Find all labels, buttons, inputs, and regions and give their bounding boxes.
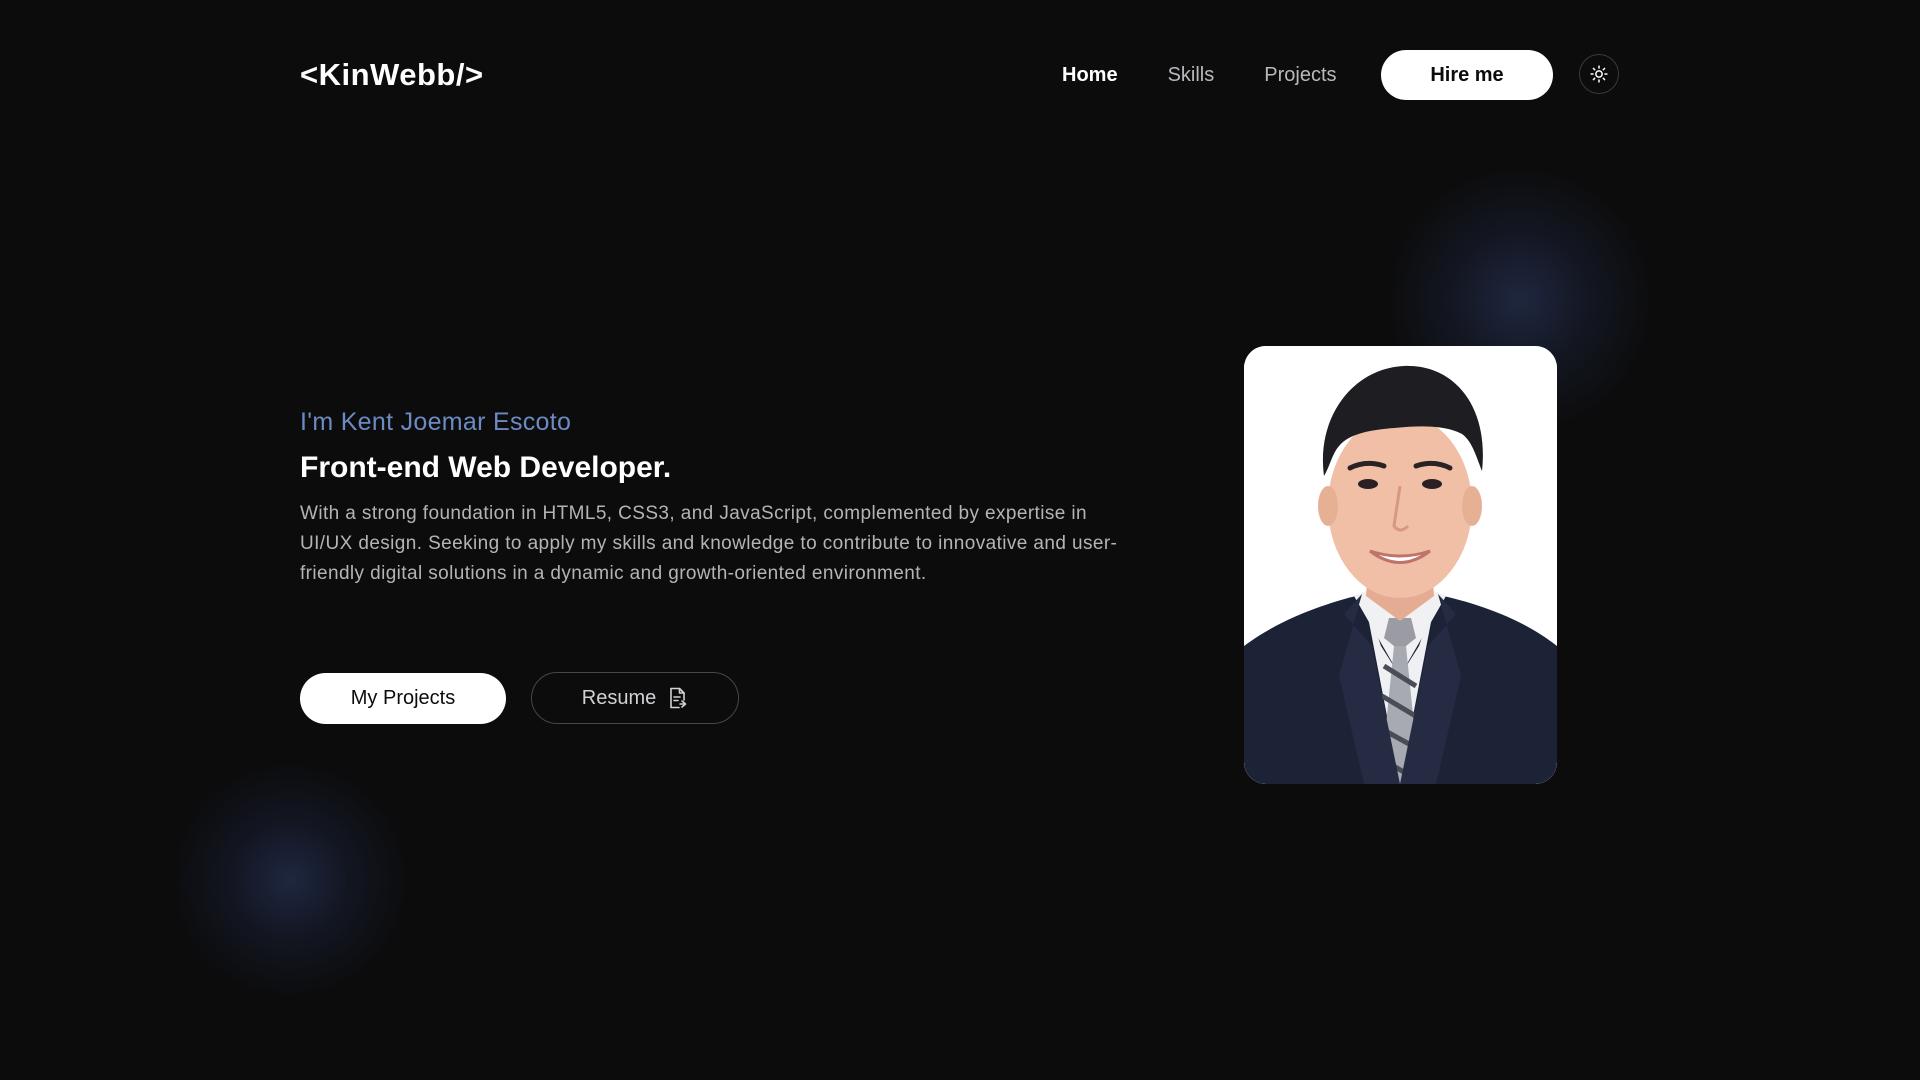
theme-toggle-button[interactable] bbox=[1579, 54, 1619, 94]
background-glow-bottom-left bbox=[170, 760, 410, 1000]
hero-description: With a strong foundation in HTML5, CSS3,… bbox=[300, 503, 1118, 584]
site-logo[interactable]: <KinWebb/> bbox=[300, 57, 484, 93]
nav-link-home[interactable]: Home bbox=[1062, 64, 1118, 87]
resume-button-label: Resume bbox=[581, 686, 657, 709]
hero-section: I'm Kent Joemar Escoto Front-end Web Dev… bbox=[300, 408, 1140, 589]
resume-button[interactable]: Resume bbox=[531, 672, 739, 724]
document-icon bbox=[668, 687, 688, 709]
hero-actions: My Projects Resume bbox=[300, 672, 739, 724]
main-nav: Home Skills Projects bbox=[1062, 50, 1387, 100]
hero-title: Front-end Web Developer. bbox=[300, 451, 672, 484]
page: <KinWebb/> Home Skills Projects Hire me bbox=[0, 0, 1920, 1080]
nav-link-skills[interactable]: Skills bbox=[1168, 64, 1215, 87]
hire-me-button[interactable]: Hire me bbox=[1381, 50, 1553, 100]
profile-photo bbox=[1244, 346, 1557, 784]
hero-intro: I'm Kent Joemar Escoto bbox=[300, 408, 572, 436]
my-projects-button[interactable]: My Projects bbox=[300, 672, 506, 724]
site-header: <KinWebb/> Home Skills Projects Hire me bbox=[0, 0, 1920, 150]
nav-link-projects[interactable]: Projects bbox=[1264, 64, 1336, 87]
sun-icon bbox=[1590, 65, 1608, 83]
